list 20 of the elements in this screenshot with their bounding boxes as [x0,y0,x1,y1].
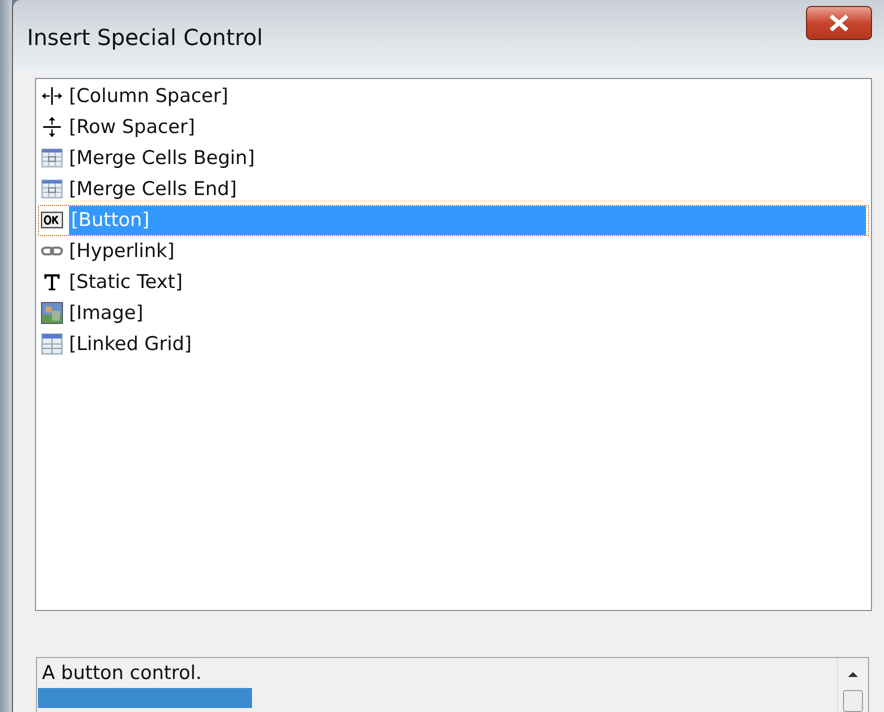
list-item[interactable]: [Merge Cells End] [38,174,869,205]
column-spacer-icon [41,85,63,108]
window-title: Insert Special Control [27,26,263,51]
list-item[interactable]: [Merge Cells Begin] [38,142,869,174]
close-icon [827,13,851,33]
scroll-up-icon[interactable] [847,670,859,678]
list-item[interactable]: [Linked Grid] [38,328,869,360]
list-item[interactable]: [Hyperlink] [38,236,869,267]
grid-icon [41,333,63,356]
table-icon [41,178,63,200]
description-text: A button control. [41,660,203,686]
row-spacer-icon [41,116,63,138]
list-item[interactable]: [Static Text] [38,266,869,298]
ok-button-icon [41,209,63,232]
list-item[interactable]: [Row Spacer] [38,112,869,143]
close-button[interactable] [806,6,872,40]
list-item[interactable]: [Image] [38,298,869,329]
list-item[interactable]: [Column Spacer] [38,80,869,112]
image-icon [41,302,63,324]
table-icon [41,147,63,170]
